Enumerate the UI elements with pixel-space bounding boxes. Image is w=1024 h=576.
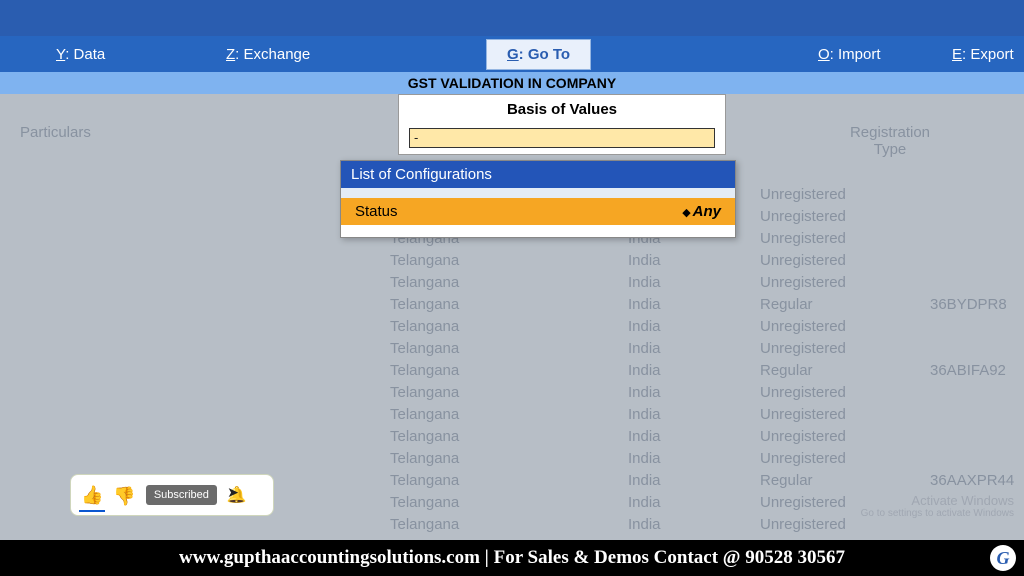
footer-banner: www.gupthaaccountingsolutions.com | For … <box>0 540 1024 576</box>
bell-icon[interactable]: 🔔➤ <box>227 485 247 505</box>
thumb-down-icon[interactable]: 👍 <box>113 485 135 506</box>
menu-data[interactable]: Y: Data <box>56 46 105 63</box>
config-label: Status <box>355 203 398 220</box>
table-row: TelanganaIndiaUnregistered <box>0 382 1024 404</box>
menu-exchange[interactable]: Z: Exchange <box>226 46 310 63</box>
cursor-icon: ➤ <box>227 484 239 501</box>
col-particulars: Particulars <box>20 124 91 141</box>
config-value: ◆Any <box>682 203 721 220</box>
col-registration-type: Registration Type <box>830 124 950 158</box>
list-header: List of Configurations <box>341 161 735 188</box>
footer-logo-icon: G <box>990 545 1016 571</box>
table-row: TelanganaIndiaUnregistered <box>0 272 1024 294</box>
table-row: TelanganaIndiaUnregistered <box>0 250 1024 272</box>
youtube-engagement-overlay: 👍 👍 Subscribed 🔔➤ <box>70 474 274 516</box>
activate-windows-watermark: Activate Windows Go to settings to activ… <box>861 493 1014 519</box>
table-row: TelanganaIndiaUnregistered <box>0 448 1024 470</box>
table-row: TelanganaIndiaRegular36ABIFA92 <box>0 360 1024 382</box>
menu-import[interactable]: O: Import <box>818 46 881 63</box>
footer-text: www.gupthaaccountingsolutions.com | For … <box>179 547 845 569</box>
menu-export[interactable]: E: Export <box>952 46 1014 63</box>
background-report: Particulars Registration Type TelanganaI… <box>0 94 1024 519</box>
subscribed-button[interactable]: Subscribed <box>146 485 217 505</box>
screen-title: GST VALIDATION IN COMPANY <box>0 72 1024 94</box>
basis-of-values-popup: Basis of Values - <box>398 94 726 155</box>
thumb-up-icon[interactable]: 👍 <box>81 485 103 506</box>
popup-title: Basis of Values <box>399 95 725 128</box>
table-row: TelanganaIndiaUnregistered <box>0 404 1024 426</box>
menu-bar: Y: Data Z: Exchange G: Go To O: Import E… <box>0 36 1024 72</box>
table-row: TelanganaIndiaUnregistered <box>0 426 1024 448</box>
app-top-strip <box>0 0 1024 36</box>
menu-goto[interactable]: G: Go To <box>486 46 591 63</box>
table-row: TelanganaIndiaUnregistered <box>0 338 1024 360</box>
table-row: TelanganaIndiaUnregistered <box>0 316 1024 338</box>
table-row: TelanganaIndiaRegular36BYDPR8 <box>0 294 1024 316</box>
list-of-configurations-popup: List of Configurations Status ◆Any <box>340 160 736 238</box>
config-row-status[interactable]: Status ◆Any <box>341 198 735 225</box>
basis-input[interactable]: - <box>409 128 715 148</box>
